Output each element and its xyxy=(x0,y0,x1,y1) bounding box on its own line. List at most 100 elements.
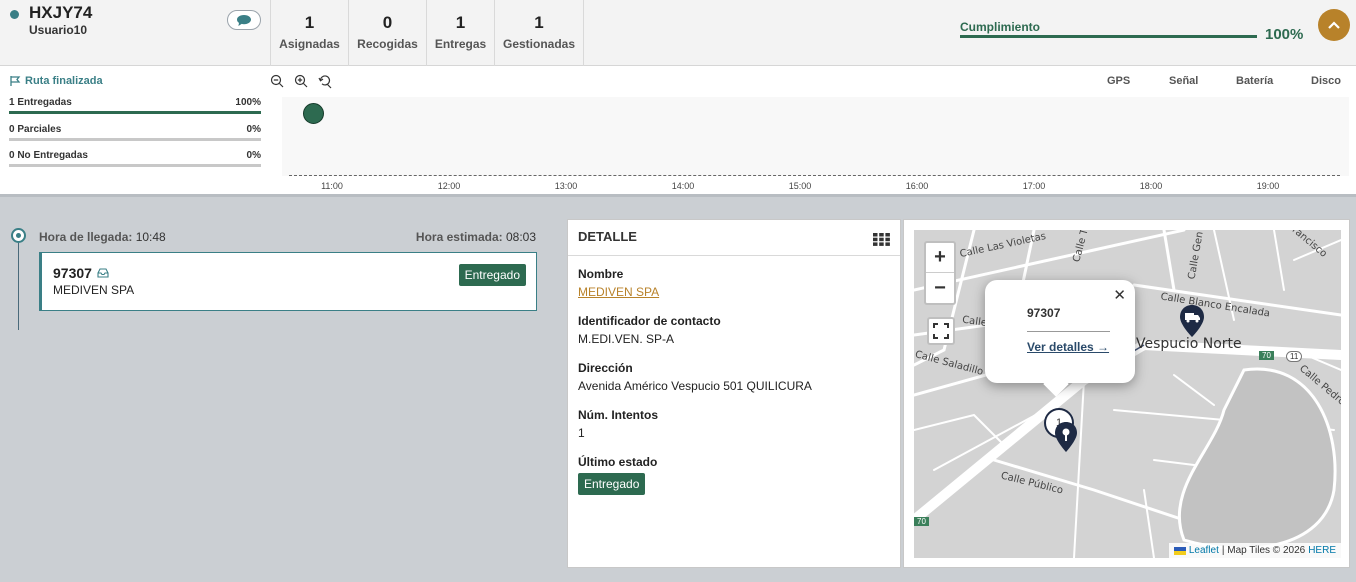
timeline-header-gps: GPS xyxy=(1107,75,1131,87)
vehicle-panel[interactable]: HXJY74 Usuario10 xyxy=(0,0,271,66)
progress-entregadas: 1 Entregadas 100% xyxy=(9,97,261,114)
timeline-tick: 19:00 xyxy=(1256,181,1280,191)
route-shield: 70 xyxy=(1259,351,1274,360)
field-value: 1 xyxy=(578,426,585,440)
map-attribution: Leaflet | Map Tiles © 2026 HERE xyxy=(1168,543,1341,558)
map-roads xyxy=(914,230,1341,558)
arrival-time: Hora de llegada: 10:48 xyxy=(39,230,166,244)
map-canvas[interactable]: Calle Las Violetas Calle Blanco Encalada… xyxy=(914,230,1341,558)
timeline-chart xyxy=(282,97,1349,176)
zoom-out-icon[interactable] xyxy=(270,74,285,89)
here-link[interactable]: HERE xyxy=(1308,545,1336,556)
stat-value: 1 xyxy=(455,13,466,32)
close-icon[interactable]: ✕ xyxy=(1113,286,1126,304)
progress-label: 1 Entregadas xyxy=(9,97,72,108)
timeline-tick: 14:00 xyxy=(671,181,695,191)
timeline-header-disk: Disco xyxy=(1311,75,1341,87)
status-badge: Entregado xyxy=(578,473,646,495)
progress-pct: 100% xyxy=(235,97,261,108)
progress-bar xyxy=(9,138,261,141)
stat-recogidas: 0 Recogidas xyxy=(349,0,427,66)
timeline-header-battery: Batería xyxy=(1236,75,1274,87)
stat-label: Gestionadas xyxy=(502,37,576,51)
field-key: Nombre xyxy=(578,267,624,281)
chat-bubble-icon xyxy=(237,14,251,26)
route-shield: 11 xyxy=(1286,351,1303,362)
chevron-up-icon xyxy=(1328,21,1340,29)
fullscreen-icon xyxy=(933,323,949,339)
stat-label: Entregas xyxy=(434,37,487,51)
timeline-tick: 11:00 xyxy=(321,181,343,191)
map-popup: ✕ 97307 Ver detalles → xyxy=(985,280,1135,383)
detail-panel: DETALLE Nombre MEDIVEN SPA Identificador… xyxy=(567,219,901,568)
field-value: Avenida Américo Vespucio 501 QUILICURA xyxy=(578,379,812,393)
stat-value: 0 xyxy=(382,13,393,32)
flag-icon xyxy=(10,76,21,86)
field-contact-id: Identificador de contacto M.EDI.VEN. SP-… xyxy=(578,314,721,346)
ukraine-flag-icon xyxy=(1173,546,1186,555)
view-details-link[interactable]: Ver detalles → xyxy=(1027,340,1109,354)
progress-pct: 0% xyxy=(246,150,261,161)
compliance-bar xyxy=(960,35,1257,38)
summary-panel: Ruta finalizada 1 Entregadas 100% 0 Parc… xyxy=(0,66,1356,197)
stat-value: 1 xyxy=(304,13,315,32)
field-key: Identificador de contacto xyxy=(578,314,721,328)
progress-pct: 0% xyxy=(246,124,261,135)
truck-marker-icon[interactable] xyxy=(1179,305,1205,337)
stat-label: Recogidas xyxy=(357,37,418,51)
field-last-status: Último estado Entregado xyxy=(578,455,657,495)
arrival-label: Hora de llegada: xyxy=(39,230,133,244)
progress-bar xyxy=(9,164,261,167)
customer-name-link[interactable]: MEDIVEN SPA xyxy=(578,285,659,299)
stop-marker-dot xyxy=(11,228,26,243)
map-street-label: Vespucio Norte xyxy=(1136,336,1242,352)
chat-button[interactable] xyxy=(227,10,261,30)
stat-value: 1 xyxy=(534,13,544,32)
stat-asignadas: 1 Asignadas xyxy=(271,0,349,66)
timeline-stop-point[interactable] xyxy=(303,103,324,124)
progress-bar xyxy=(9,111,261,114)
stat-entregas: 1 Entregas xyxy=(427,0,495,66)
field-key: Dirección xyxy=(578,361,633,375)
field-value: M.EDI.VEN. SP-A xyxy=(578,332,675,346)
fullscreen-button[interactable] xyxy=(927,317,955,345)
estimated-label: Hora estimada: xyxy=(415,230,503,244)
progress-label: 0 Parciales xyxy=(9,124,62,135)
field-key: Último estado xyxy=(578,455,658,469)
map-zoom-out-button[interactable]: − xyxy=(926,273,954,303)
detail-header: DETALLE xyxy=(568,220,900,256)
progress-no-entregadas: 0 No Entregadas 0% xyxy=(9,150,261,167)
timeline-tick: 15:00 xyxy=(788,181,812,191)
vehicle-user: Usuario10 xyxy=(29,23,88,37)
leaflet-link[interactable]: Leaflet xyxy=(1189,545,1219,556)
collapse-button[interactable] xyxy=(1318,9,1350,41)
map-panel: Calle Las Violetas Calle Blanco Encalada… xyxy=(903,219,1350,568)
stop-timeline-line xyxy=(18,243,19,330)
timeline-header-signal: Señal xyxy=(1169,75,1199,87)
zoom-in-icon[interactable] xyxy=(294,74,309,89)
map-zoom-control: + − xyxy=(924,241,956,305)
compliance-value: 100% xyxy=(1265,26,1304,43)
reset-zoom-icon[interactable] xyxy=(318,74,333,89)
field-address: Dirección Avenida Américo Vespucio 501 Q… xyxy=(578,361,812,393)
estimated-value: 08:03 xyxy=(505,230,536,244)
stat-label: Asignadas xyxy=(279,37,340,51)
timeline-tick: 13:00 xyxy=(554,181,578,191)
route-status-label: Ruta finalizada xyxy=(25,75,103,87)
location-pin-icon[interactable] xyxy=(1054,422,1078,452)
field-key: Núm. Intentos xyxy=(578,408,658,422)
progress-parciales: 0 Parciales 0% xyxy=(9,124,261,141)
map-zoom-in-button[interactable]: + xyxy=(926,243,954,273)
arrival-value: 10:48 xyxy=(135,230,166,244)
status-badge: Entregado xyxy=(458,264,526,286)
estimated-time: Hora estimada: 08:03 xyxy=(416,230,536,244)
detail-title: DETALLE xyxy=(578,229,637,244)
grid-icon[interactable] xyxy=(873,233,890,246)
field-nombre: Nombre MEDIVEN SPA xyxy=(578,267,659,299)
timeline-zoom-controls xyxy=(270,74,333,89)
stop-card[interactable]: 97307 MEDIVEN SPA Entregado xyxy=(39,252,537,311)
header-bar: HXJY74 Usuario10 1 Asignadas 0 Recogidas… xyxy=(0,0,1356,66)
progress-label: 0 No Entregadas xyxy=(9,150,88,161)
vehicle-plate: HXJY74 xyxy=(29,3,93,22)
timeline-axis xyxy=(289,175,1340,176)
